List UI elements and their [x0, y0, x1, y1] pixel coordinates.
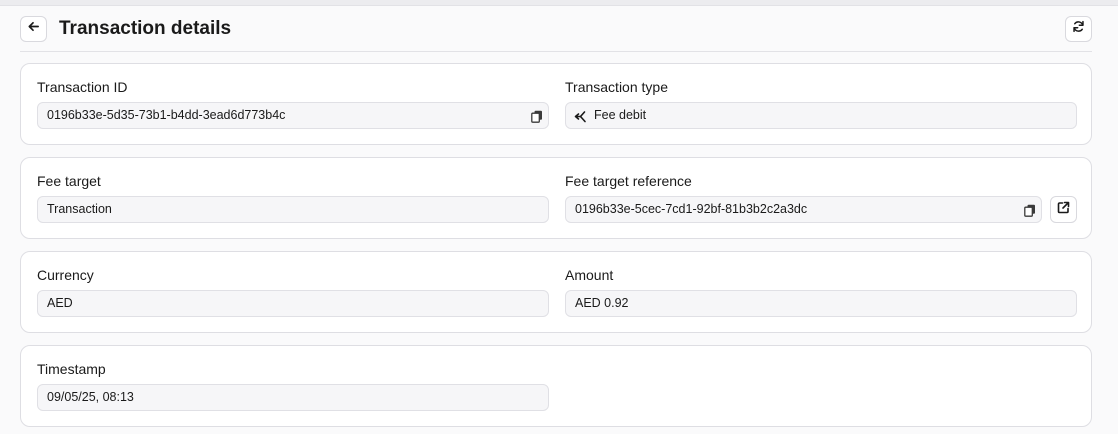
amount-card: Currency AED Amount AED 0.92 — [20, 251, 1092, 333]
fee-target-reference-value: 0196b33e-5cec-7cd1-92bf-81b3b2c2a3dc — [575, 202, 808, 216]
fee-target-field: Transaction — [37, 196, 549, 223]
copy-icon[interactable] — [1023, 203, 1037, 217]
transaction-id-field: 0196b33e-5d35-73b1-b4dd-3ead6d773b4c — [37, 102, 549, 129]
open-fee-target-button[interactable] — [1050, 196, 1077, 223]
fee-target-value: Transaction — [47, 202, 112, 216]
page-header: Transaction details — [20, 6, 1092, 52]
transaction-type-field: Fee debit — [565, 102, 1077, 129]
currency-value: AED — [47, 296, 73, 310]
transaction-id-value: 0196b33e-5d35-73b1-b4dd-3ead6d773b4c — [47, 108, 286, 122]
fee-card: Fee target Transaction Fee target refere… — [20, 157, 1092, 239]
arrow-left-icon — [27, 20, 40, 38]
refresh-button[interactable] — [1065, 16, 1092, 42]
transaction-type-value: Fee debit — [594, 108, 647, 122]
timestamp-card: Timestamp 09/05/25, 08:13 — [20, 345, 1092, 427]
page-title: Transaction details — [59, 18, 232, 39]
back-button[interactable] — [20, 16, 47, 42]
transaction-ids-card: Transaction ID 0196b33e-5d35-73b1-b4dd-3… — [20, 63, 1092, 145]
timestamp-value: 09/05/25, 08:13 — [47, 390, 134, 404]
amount-field: AED 0.92 — [565, 290, 1077, 317]
external-link-icon — [1057, 201, 1070, 219]
currency-field: AED — [37, 290, 549, 317]
transaction-id-label: Transaction ID — [37, 79, 128, 95]
fee-debit-icon — [573, 109, 587, 123]
fee-target-reference-field: 0196b33e-5cec-7cd1-92bf-81b3b2c2a3dc — [565, 196, 1042, 223]
currency-label: Currency — [37, 267, 94, 283]
timestamp-field: 09/05/25, 08:13 — [37, 384, 549, 411]
refresh-icon — [1072, 20, 1085, 38]
amount-label: Amount — [565, 267, 614, 283]
transaction-type-label: Transaction type — [565, 79, 668, 95]
fee-target-reference-label: Fee target reference — [565, 173, 692, 189]
timestamp-label: Timestamp — [37, 361, 106, 377]
copy-icon[interactable] — [530, 109, 544, 123]
amount-value: AED 0.92 — [575, 296, 629, 310]
fee-target-label: Fee target — [37, 173, 101, 189]
